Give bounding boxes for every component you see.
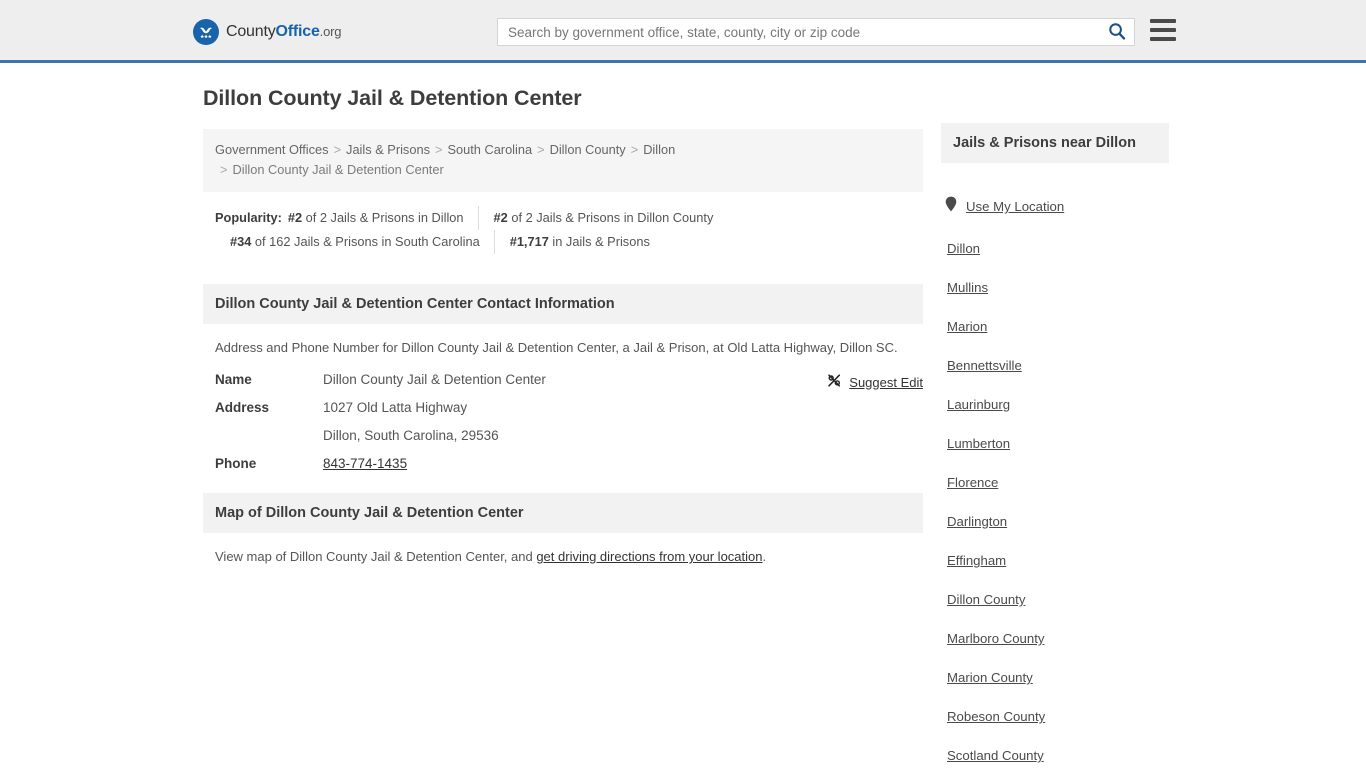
phone-link[interactable]: 843-774-1435 <box>323 456 407 471</box>
contact-row-name: Name Dillon County Jail & Detention Cent… <box>215 372 911 387</box>
sidebar-link-florence[interactable]: Florence <box>941 475 998 490</box>
breadcrumb-separator: > <box>333 142 342 157</box>
contact-section-heading: Dillon County Jail & Detention Center Co… <box>203 284 923 324</box>
logo-wordmark: CountyOffice.org <box>226 23 341 41</box>
driving-directions-link[interactable]: get driving directions from your locatio… <box>536 549 762 564</box>
sidebar-link-lumberton[interactable]: Lumberton <box>941 436 1010 451</box>
page-title: Dillon County Jail & Detention Center <box>203 86 582 110</box>
contact-key: Address <box>215 400 270 415</box>
popularity-entry-overall: #1,717 in Jails & Prisons <box>493 230 664 254</box>
contact-row-address: Address 1027 Old Latta Highway <box>215 400 911 415</box>
search-input[interactable] <box>498 19 1100 45</box>
breadcrumb: Government Offices > Jails & Prisons > South… <box>203 129 923 192</box>
sidebar-link-mullins[interactable]: Mullins <box>941 280 988 295</box>
popularity-rank: #1,717 <box>509 234 549 249</box>
map-description-suffix: . <box>762 549 767 564</box>
breadcrumb-item-dillon[interactable]: Dillon <box>643 142 675 157</box>
logo-text-org: .org <box>319 24 342 39</box>
logo-text-office: Office <box>275 23 320 40</box>
popularity-row: Popularity: #2 of 2 Jails & Prisons in D… <box>215 206 911 230</box>
breadcrumb-item-jails-prisons[interactable]: Jails & Prisons <box>346 142 430 157</box>
popularity-entry-dillon: #2 of 2 Jails & Prisons in Dillon <box>288 206 478 230</box>
hamburger-bar <box>1150 19 1176 23</box>
breadcrumb-item-south-carolina[interactable]: South Carolina <box>447 142 532 157</box>
hamburger-bar <box>1150 28 1176 32</box>
search-icon <box>1108 22 1126 43</box>
map-pin-icon <box>945 196 957 217</box>
hamburger-menu-icon[interactable] <box>1150 19 1176 41</box>
hamburger-bar <box>1150 37 1176 41</box>
map-section-description: View map of Dillon County Jail & Detenti… <box>203 533 923 567</box>
sidebar-link-dillon[interactable]: Dillon <box>941 241 980 256</box>
contact-value-address-street: 1027 Old Latta Highway <box>323 400 468 415</box>
popularity-rank: #34 <box>230 234 252 249</box>
contact-table: Suggest Edit Name Dillon County Jail & D… <box>203 372 923 471</box>
popularity-entry-south-carolina: #34 of 162 Jails & Prisons in South Caro… <box>230 230 494 254</box>
popularity-entry-dillon-county: #2 of 2 Jails & Prisons in Dillon County <box>477 206 728 230</box>
popularity-text: of 2 Jails & Prisons in Dillon <box>305 210 464 225</box>
breadcrumb-item-government-offices[interactable]: Government Offices <box>215 142 329 157</box>
sidebar-link-marion-county[interactable]: Marion County <box>941 670 1033 685</box>
breadcrumb-separator: > <box>434 142 443 157</box>
contact-row-phone: Phone 843-774-1435 <box>215 456 911 471</box>
sidebar-title: Jails & Prisons near Dillon <box>941 123 1169 163</box>
sidebar-link-scotland-county[interactable]: Scotland County <box>941 748 1044 763</box>
logo-text-county: County <box>226 23 276 40</box>
breadcrumb-separator: > <box>630 142 639 157</box>
popularity-rank: #2 <box>493 210 508 225</box>
main-content-column: Dillon County Jail & Detention Center Go… <box>203 86 923 567</box>
contact-value-address-city: Dillon, South Carolina, 29536 <box>323 428 499 443</box>
contact-key: Phone <box>215 456 257 471</box>
sidebar-link-effingham[interactable]: Effingham <box>941 553 1006 568</box>
breadcrumb-separator: > <box>537 142 545 157</box>
popularity-row: #34 of 162 Jails & Prisons in South Caro… <box>215 230 911 254</box>
sidebar-link-dillon-county[interactable]: Dillon County <box>941 592 1025 607</box>
sidebar-link-marlboro-county[interactable]: Marlboro County <box>941 631 1044 646</box>
contact-section-description: Address and Phone Number for Dillon Coun… <box>215 340 898 355</box>
popularity-rank: #2 <box>287 210 303 225</box>
eagle-seal-icon <box>193 19 219 45</box>
breadcrumb-item-current: Dillon County Jail & Detention Center <box>232 162 444 177</box>
popularity-text: of 162 Jails & Prisons in South Carolina <box>254 234 480 249</box>
popularity-label: Popularity: <box>215 210 282 225</box>
edit-pencil-icon <box>827 373 842 391</box>
suggest-edit-label: Suggest Edit <box>849 374 923 390</box>
map-section-heading: Map of Dillon County Jail & Detention Ce… <box>203 493 923 533</box>
suggest-edit-link[interactable]: Suggest Edit <box>827 373 923 391</box>
map-description-prefix: View map of Dillon County Jail & Detenti… <box>215 549 537 564</box>
use-my-location-label: Use My Location <box>966 199 1065 214</box>
sidebar-links-list: Dillon Mullins Marion Bennettsville Laur… <box>941 241 1169 763</box>
sidebar-link-darlington[interactable]: Darlington <box>941 514 1007 529</box>
sidebar: Jails & Prisons near Dillon Use My Locat… <box>941 123 1169 763</box>
site-header: CountyOffice.org <box>0 0 1366 63</box>
popularity-text: of 2 Jails & Prisons in Dillon County <box>511 210 714 225</box>
sidebar-link-robeson-county[interactable]: Robeson County <box>941 709 1045 724</box>
sidebar-link-laurinburg[interactable]: Laurinburg <box>941 397 1010 412</box>
search-bar[interactable] <box>497 18 1135 46</box>
sidebar-link-bennettsville[interactable]: Bennettsville <box>941 358 1022 373</box>
popularity-text: in Jails & Prisons <box>552 234 650 249</box>
search-button[interactable] <box>1100 19 1134 45</box>
site-logo[interactable]: CountyOffice.org <box>193 19 341 45</box>
sidebar-link-marion[interactable]: Marion <box>941 319 987 334</box>
contact-row-address-line2: Dillon, South Carolina, 29536 <box>215 428 911 443</box>
contact-key: Name <box>215 372 252 387</box>
use-my-location-link[interactable]: Use My Location <box>945 196 1169 217</box>
contact-value-name: Dillon County Jail & Detention Center <box>323 372 546 387</box>
breadcrumb-separator: > <box>220 162 228 177</box>
popularity-block: Popularity: #2 of 2 Jails & Prisons in D… <box>203 192 923 262</box>
breadcrumb-item-dillon-county[interactable]: Dillon County <box>550 142 626 157</box>
